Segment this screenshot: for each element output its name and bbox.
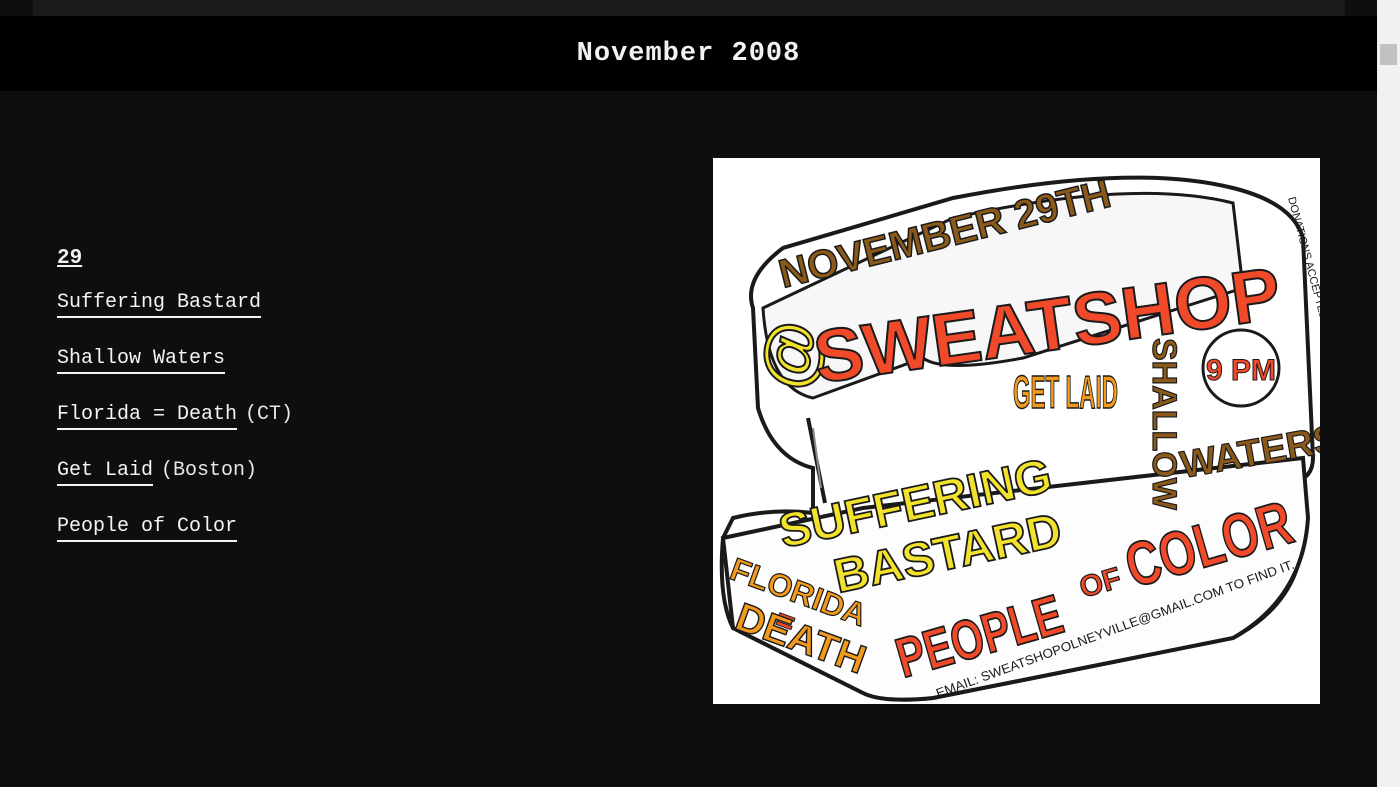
flyer-time: 9 PM	[1206, 354, 1276, 387]
list-item: Suffering Bastard	[57, 290, 293, 318]
event-flyer-image: NOVEMBER 29TH @ SWEATSHOP DONATIONS ACCE…	[713, 158, 1342, 704]
list-item: Shallow Waters	[57, 346, 293, 374]
top-strip	[33, 0, 1345, 16]
scrollbar[interactable]	[1377, 0, 1400, 787]
list-item: People of Color	[57, 514, 293, 542]
sewing-machine-illustration: NOVEMBER 29TH @ SWEATSHOP DONATIONS ACCE…	[719, 171, 1342, 702]
event-listing: 29 Suffering Bastard Shallow Waters Flor…	[57, 247, 293, 570]
flyer-band-get-laid-1: GET LAID	[1013, 366, 1118, 418]
band-link-shallow-waters[interactable]: Shallow Waters	[57, 347, 226, 374]
page-title: November 2008	[576, 38, 801, 69]
band-link-florida-death[interactable]: Florida = Death	[57, 403, 238, 430]
event-date-link[interactable]: 29	[57, 247, 82, 270]
band-origin-note: (CT)	[245, 403, 294, 426]
band-origin-note: (Boston)	[161, 459, 258, 482]
list-item: Florida = Death (CT)	[57, 402, 294, 430]
scrollbar-thumb[interactable]	[1380, 44, 1397, 65]
band-link-get-laid[interactable]: Get Laid	[57, 459, 154, 486]
list-item: Get Laid (Boston)	[57, 458, 293, 486]
page-header: November 2008	[0, 16, 1377, 91]
band-link-suffering-bastard[interactable]: Suffering Bastard	[57, 291, 262, 318]
flyer-band-shallow: SHALLOW	[1145, 338, 1183, 511]
band-link-people-of-color[interactable]: People of Color	[57, 515, 238, 542]
